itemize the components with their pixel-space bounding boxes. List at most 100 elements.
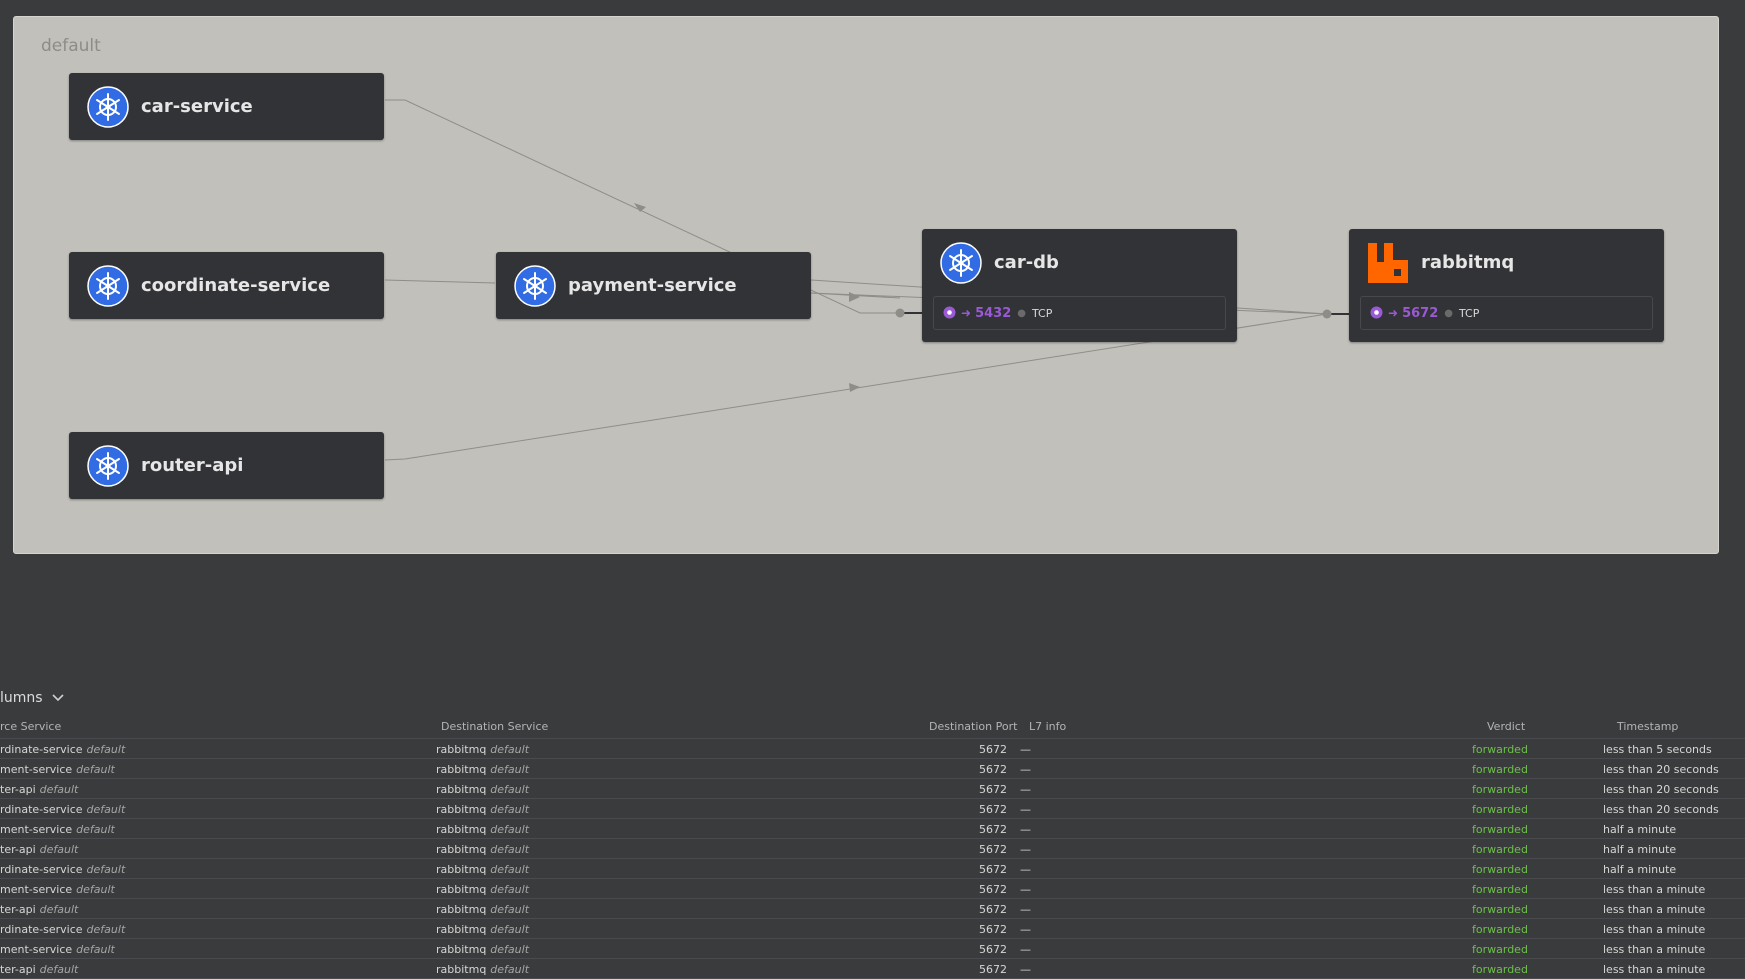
table-row[interactable]: rdinate-service default rabbitmq default 567… <box>0 919 1745 939</box>
source-cell: rdinate-service default <box>0 743 125 756</box>
destination-cell: rabbitmq default <box>436 903 529 916</box>
service-name: router-api <box>141 455 244 476</box>
table-row[interactable]: ment-service default rabbitmq default 5672— f… <box>0 819 1745 839</box>
service-card-payment-service[interactable]: payment-service <box>496 252 811 319</box>
table-row[interactable]: ment-service default rabbitmq default 5672— f… <box>0 939 1745 959</box>
table-row[interactable]: ment-service default rabbitmq default 5672— f… <box>0 879 1745 899</box>
kubernetes-icon <box>87 444 129 487</box>
source-cell: ment-service default <box>0 823 115 836</box>
verdict: forwarded <box>1472 743 1528 756</box>
table-row[interactable]: ter-api default rabbitmq default 5672— forwar… <box>0 779 1745 799</box>
header-verdict[interactable]: Verdict <box>1487 720 1525 733</box>
service-card-router-api[interactable]: router-api <box>69 432 384 499</box>
destination-cell: rabbitmq default <box>436 863 529 876</box>
header-timestamp[interactable]: Timestamp <box>1617 720 1678 733</box>
source-namespace: default <box>39 963 79 976</box>
timestamp: less than a minute <box>1603 903 1706 916</box>
port-number: 5432 <box>975 305 1012 321</box>
source-namespace: default <box>86 923 126 936</box>
l7-info: — <box>1020 903 1031 916</box>
verdict: forwarded <box>1472 883 1528 896</box>
source-namespace: default <box>86 863 126 876</box>
header-destination-service[interactable]: Destination Service <box>441 720 548 733</box>
destination-service-name: rabbitmq <box>436 923 487 936</box>
destination-port: 5672 <box>979 863 1007 876</box>
table-row[interactable]: ter-api default rabbitmq default 5672— forwar… <box>0 959 1745 979</box>
table-row[interactable]: rdinate-service default rabbitmq default 567… <box>0 799 1745 819</box>
service-name: coordinate-service <box>141 275 331 296</box>
source-namespace: default <box>86 803 126 816</box>
table-row[interactable]: ter-api default rabbitmq default 5672— forwar… <box>0 839 1745 859</box>
destination-namespace: default <box>490 763 530 776</box>
source-cell: ment-service default <box>0 883 115 896</box>
destination-service-name: rabbitmq <box>436 903 487 916</box>
source-namespace: default <box>76 823 115 836</box>
table-row[interactable]: rdinate-service default rabbitmq default 567… <box>0 859 1745 879</box>
namespace-label: default <box>41 36 101 56</box>
header-l7-info[interactable]: L7 info <box>1029 720 1066 733</box>
timestamp: less than 5 seconds <box>1603 743 1712 756</box>
destination-service-name: rabbitmq <box>436 823 487 836</box>
timestamp: less than 20 seconds <box>1603 803 1719 816</box>
source-service-name: ter-api <box>0 903 36 916</box>
destination-port: 5672 <box>979 883 1007 896</box>
source-cell: ment-service default <box>0 943 115 956</box>
destination-service-name: rabbitmq <box>436 843 487 856</box>
source-service-name: ment-service <box>0 883 73 896</box>
service-card-car-db[interactable]: car-db ➜ 5432 ● TCP <box>922 229 1237 342</box>
destination-namespace: default <box>490 803 530 816</box>
destination-cell: rabbitmq default <box>436 783 529 796</box>
timestamp: less than 20 seconds <box>1603 763 1719 776</box>
separator-dot-icon: ● <box>1017 307 1026 319</box>
source-namespace: default <box>39 843 79 856</box>
destination-cell: rabbitmq default <box>436 823 529 836</box>
source-cell: rdinate-service default <box>0 803 125 816</box>
kubernetes-icon <box>87 85 129 128</box>
verdict: forwarded <box>1472 903 1528 916</box>
source-cell: rdinate-service default <box>0 863 125 876</box>
timestamp: less than a minute <box>1603 883 1706 896</box>
destination-port: 5672 <box>979 743 1007 756</box>
service-card-coordinate-service[interactable]: coordinate-service <box>69 252 384 319</box>
l7-info: — <box>1020 863 1031 876</box>
service-name: car-service <box>141 96 253 117</box>
destination-cell: rabbitmq default <box>436 923 529 936</box>
destination-cell: rabbitmq default <box>436 963 529 976</box>
verdict: forwarded <box>1472 823 1528 836</box>
destination-namespace: default <box>490 783 530 796</box>
source-service-name: ter-api <box>0 963 36 976</box>
columns-label: lumns <box>0 690 43 706</box>
port-row[interactable]: ➜ 5672 ● TCP <box>1360 296 1653 330</box>
destination-port: 5672 <box>979 923 1007 936</box>
timestamp: less than a minute <box>1603 943 1706 956</box>
source-namespace: default <box>76 883 115 896</box>
service-card-rabbitmq[interactable]: rabbitmq ➜ 5672 ● TCP <box>1349 229 1664 342</box>
destination-service-name: rabbitmq <box>436 863 487 876</box>
table-row[interactable]: ter-api default rabbitmq default 5672 — forwar… <box>0 899 1745 919</box>
table-row[interactable]: ment-service default rabbitmq default 5672— f… <box>0 759 1745 779</box>
service-card-car-service[interactable]: car-service <box>69 73 384 140</box>
l7-info: — <box>1020 843 1031 856</box>
verdict: forwarded <box>1472 803 1528 816</box>
destination-namespace: default <box>490 923 530 936</box>
source-namespace: default <box>86 743 126 756</box>
service-name: payment-service <box>568 275 737 296</box>
destination-namespace: default <box>490 843 530 856</box>
kubernetes-icon <box>940 241 982 284</box>
l7-info: — <box>1020 783 1031 796</box>
table-row[interactable]: rdinate-service default rabbitmq default 567… <box>0 739 1745 759</box>
timestamp: less than 20 seconds <box>1603 783 1719 796</box>
l7-info: — <box>1020 923 1031 936</box>
source-namespace: default <box>76 943 115 956</box>
port-icon <box>1370 304 1383 323</box>
port-row[interactable]: ➜ 5432 ● TCP <box>933 296 1226 330</box>
timestamp: half a minute <box>1603 863 1677 876</box>
destination-port: 5672 <box>979 903 1007 916</box>
destination-namespace: default <box>490 743 530 756</box>
header-source-service[interactable]: rce Service <box>0 720 61 733</box>
columns-dropdown[interactable]: lumns <box>0 690 64 706</box>
destination-namespace: default <box>490 903 530 916</box>
source-service-name: rdinate-service <box>0 743 83 756</box>
header-destination-port[interactable]: Destination Port <box>929 720 1017 733</box>
destination-namespace: default <box>490 963 530 976</box>
